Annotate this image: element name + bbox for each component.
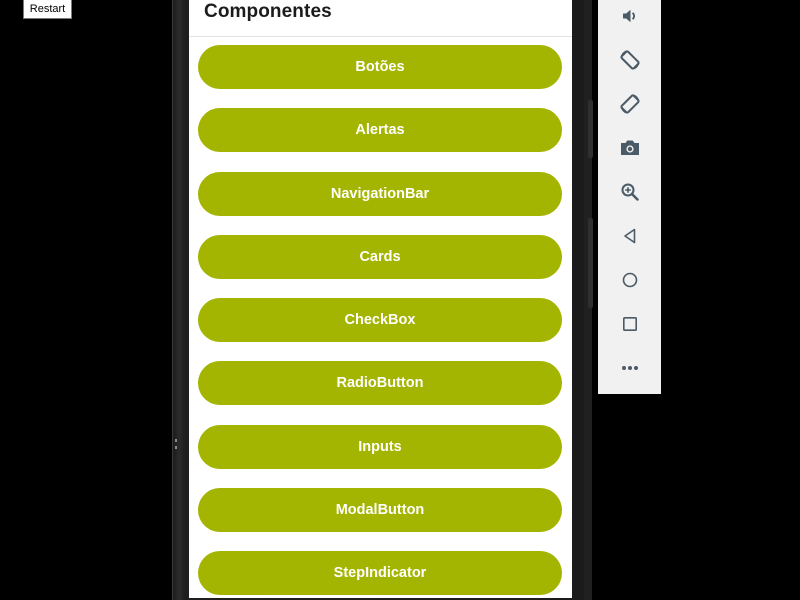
back-button[interactable] [598,216,661,256]
screenshot-button[interactable] [598,128,661,168]
stepindicator-button[interactable]: StepIndicator [198,551,562,596]
volume-icon [622,9,635,23]
more-button[interactable] [598,348,661,388]
inputs-button[interactable]: Inputs [198,424,562,469]
zoom-icon [621,183,639,201]
rotate-right-icon [619,94,640,114]
back-icon [623,228,635,244]
camera-icon [620,140,639,155]
app-header: Componentes [189,0,572,37]
overview-icon [622,316,637,331]
rotate-left-button[interactable] [598,40,661,80]
frame-marker [175,439,177,442]
restart-button[interactable]: Restart [23,0,72,19]
zoom-button[interactable] [598,172,661,212]
device-volume-button [588,100,593,158]
volume-button[interactable] [598,0,661,36]
home-button[interactable] [598,260,661,300]
rotate-right-button[interactable] [598,84,661,124]
modalbutton-button[interactable]: ModalButton [198,488,562,533]
overview-button[interactable] [598,304,661,344]
frame-marker [175,446,177,449]
botoes-button[interactable]: Botões [198,45,562,89]
app-screen: Componentes Botões Alertas NavigationBar… [189,0,572,598]
alertas-button[interactable]: Alertas [198,108,562,153]
device-power-button [588,218,593,308]
page-title: Componentes [204,1,332,22]
component-list: Botões Alertas NavigationBar Cards Check… [198,45,563,598]
emulator-toolbar [598,0,661,394]
radiobutton-button[interactable]: RadioButton [198,361,562,406]
navigationbar-button[interactable]: NavigationBar [198,171,562,216]
more-icon [621,366,638,370]
home-icon [622,272,637,288]
cards-button[interactable]: Cards [198,234,562,279]
rotate-left-icon [619,50,640,70]
checkbox-button[interactable]: CheckBox [198,298,562,343]
